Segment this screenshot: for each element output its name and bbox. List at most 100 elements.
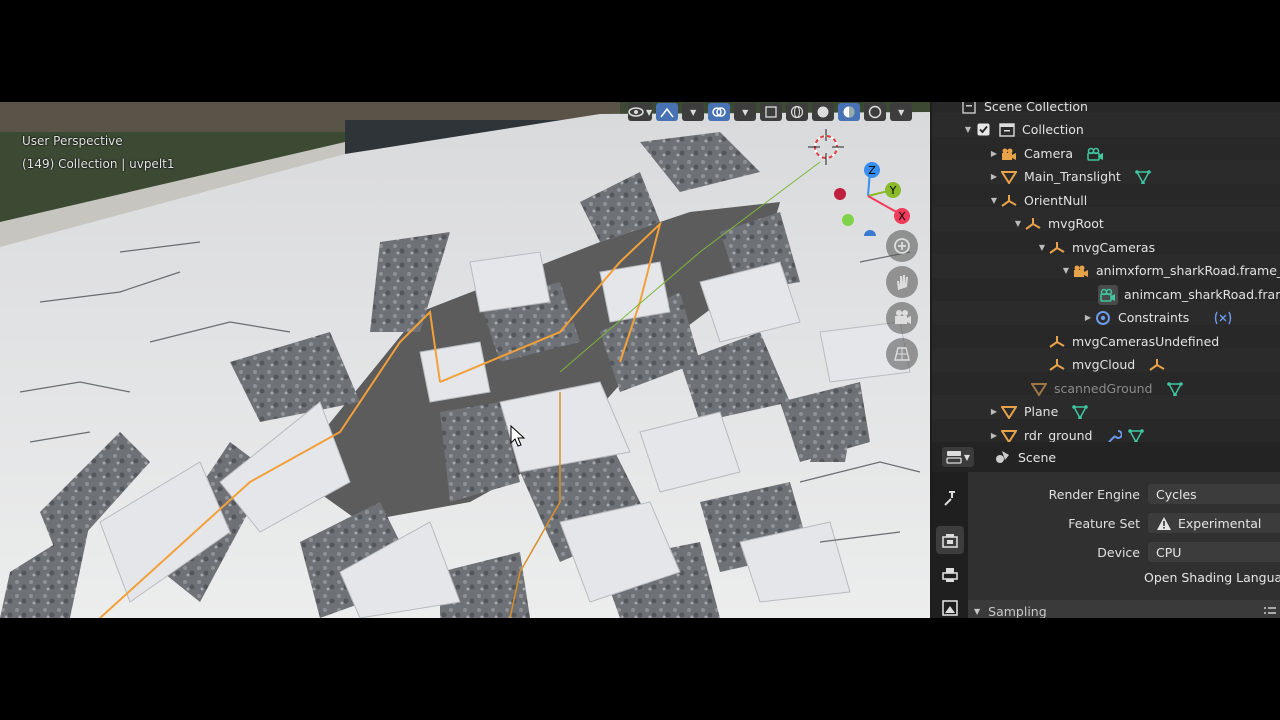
- camera-data-icon: [1098, 284, 1118, 305]
- navigation-gizmo[interactable]: Z Y X: [800, 126, 925, 236]
- shading-dropdown[interactable]: ▼: [890, 103, 913, 121]
- editor-type-dropdown[interactable]: ▼: [942, 447, 974, 467]
- grid-icon: [894, 347, 910, 361]
- render-engine-row: Render Engine Cycles: [968, 483, 1280, 505]
- gizmo-toggle-button[interactable]: [656, 103, 679, 121]
- expand-arrow-icon[interactable]: ▶: [988, 407, 1000, 416]
- expand-arrow-icon[interactable]: ▼: [1036, 243, 1048, 252]
- expand-arrow-icon[interactable]: ▶: [988, 172, 1000, 181]
- mesh-object-icon: [1000, 403, 1018, 421]
- gizmo-icon: [660, 107, 674, 118]
- expand-arrow-icon[interactable]: ▶: [1082, 313, 1094, 322]
- device-dropdown[interactable]: CPU: [1148, 542, 1280, 562]
- outliner-item-rdr-ground[interactable]: ▶ rdr_ground: [988, 424, 1145, 442]
- shading-wireframe-button[interactable]: [786, 103, 809, 121]
- rendered-sphere-icon: [868, 105, 882, 119]
- expand-arrow-icon[interactable]: ▶: [988, 431, 1000, 440]
- outliner-item-orientnull[interactable]: ▼ OrientNull: [988, 189, 1087, 213]
- outliner-panel[interactable]: Scene Collection ▼ Collection ▶ Camera ▶…: [932, 102, 1280, 442]
- overlays-icon: [712, 107, 726, 117]
- empty-object-icon: [1048, 333, 1066, 351]
- zoom-button[interactable]: [886, 230, 918, 262]
- properties-panel[interactable]: ▼ Scene Render Engine Cycles Feature Set…: [932, 442, 1280, 618]
- outliner-item-camera[interactable]: ▶ Camera: [988, 142, 1105, 166]
- outliner-item-animcam[interactable]: animcam_sharkRoad.frame: [1098, 283, 1280, 307]
- xray-toggle-button[interactable]: [760, 103, 783, 121]
- y-axis-label: Y: [889, 184, 897, 197]
- mesh-object-icon: [1030, 380, 1048, 398]
- mesh-object-icon: [1000, 168, 1018, 186]
- ortho-toggle-button[interactable]: [886, 338, 918, 370]
- expand-arrow-icon[interactable]: ▼: [1012, 219, 1024, 228]
- checkbox-icon[interactable]: [974, 121, 992, 139]
- drag-handle-icon[interactable]: [1264, 604, 1276, 619]
- outliner-item-plane[interactable]: ▶ Plane: [988, 400, 1089, 424]
- view-object-types-button[interactable]: ▼: [628, 103, 653, 121]
- sampling-panel-header[interactable]: ▼ Sampling: [968, 600, 1280, 618]
- render-icon: [942, 534, 958, 548]
- view-layer-icon: [942, 600, 958, 616]
- eye-icon: [628, 107, 644, 117]
- shading-solid-button[interactable]: [812, 103, 835, 121]
- collection-icon: [998, 121, 1016, 139]
- camera-icon: [895, 310, 911, 324]
- tab-render[interactable]: [936, 526, 964, 554]
- properties-header: ▼ Scene: [932, 442, 1280, 472]
- tab-output[interactable]: [936, 560, 964, 588]
- outliner-item-mvgroot[interactable]: ▼ mvgRoot: [1012, 212, 1104, 236]
- feature-set-dropdown[interactable]: Experimental: [1148, 513, 1280, 533]
- chevron-down-icon: ▼: [898, 107, 905, 117]
- shading-rendered-button[interactable]: [864, 103, 887, 121]
- expand-arrow-icon[interactable]: ▼: [1060, 266, 1072, 275]
- chevron-down-icon: ▼: [646, 107, 653, 117]
- shading-material-button[interactable]: [838, 103, 861, 121]
- open-shading-language-checkbox[interactable]: Open Shading Language: [1144, 570, 1280, 585]
- x-axis-label: X: [898, 210, 906, 223]
- driver-icon: [1215, 311, 1232, 325]
- chevron-down-icon: ▼: [963, 452, 971, 462]
- tab-view-layer[interactable]: [936, 594, 964, 618]
- empty-object-icon: [1024, 215, 1042, 233]
- context-breadcrumb: Scene: [994, 449, 1056, 465]
- scene-icon: [996, 451, 1009, 463]
- outliner-item-mvgcamerasundefined[interactable]: mvgCamerasUndefined: [1048, 330, 1219, 354]
- z-axis-label: Z: [868, 164, 876, 177]
- outliner-item-animxform[interactable]: ▼ animxform_sharkRoad.frame_A: [1060, 259, 1280, 283]
- pan-button[interactable]: [886, 266, 918, 298]
- properties-editor-icon: [946, 451, 962, 464]
- mesh-object-icon: [1000, 427, 1018, 442]
- outliner-scene-collection[interactable]: Scene Collection: [960, 102, 1088, 119]
- outliner-item-main-translight[interactable]: ▶ Main_Translight: [988, 165, 1151, 189]
- output-icon: [942, 568, 958, 582]
- outliner-item-constraints[interactable]: ▶ Constraints: [1082, 306, 1233, 330]
- overlays-toggle-button[interactable]: [708, 103, 731, 121]
- outliner-item-mvgcloud[interactable]: mvgCloud: [1048, 353, 1165, 377]
- outliner-item-scannedground[interactable]: scannedGround: [1030, 377, 1183, 401]
- expand-arrow-icon[interactable]: ▼: [988, 196, 1000, 205]
- expand-arrow-icon[interactable]: ▼: [962, 125, 974, 134]
- neg-y-axis-handle[interactable]: [842, 214, 854, 226]
- tab-tool[interactable]: [936, 484, 964, 512]
- camera-view-button[interactable]: [886, 302, 918, 334]
- properties-tabs: [932, 472, 968, 618]
- outliner-item-collection[interactable]: ▼ Collection: [962, 118, 1084, 142]
- gizmo-dropdown[interactable]: ▼: [682, 103, 705, 121]
- tool-icon: [944, 491, 955, 506]
- viewport-scene: [0, 102, 930, 618]
- frame-info-label: (149) Collection | uvpelt1: [22, 157, 175, 171]
- outliner-item-mvgcameras[interactable]: ▼ mvgCameras: [1036, 236, 1155, 260]
- chevron-down-icon: ▼: [742, 107, 749, 117]
- view-name-label: User Perspective: [22, 134, 123, 148]
- mesh-data-icon: [1072, 404, 1089, 419]
- render-engine-dropdown[interactable]: Cycles: [1148, 484, 1280, 504]
- empty-object-icon: [1048, 356, 1066, 374]
- neg-x-axis-handle[interactable]: [834, 188, 846, 200]
- neg-z-axis-handle[interactable]: [864, 230, 876, 236]
- empty-data-icon: [1149, 358, 1165, 371]
- 3d-viewport[interactable]: User Perspective (149) Collection | uvpe…: [0, 102, 930, 618]
- overlays-dropdown[interactable]: ▼: [734, 103, 757, 121]
- camera-data-icon: [1087, 147, 1104, 161]
- expand-arrow-icon[interactable]: ▶: [988, 149, 1000, 158]
- warning-icon: [1157, 516, 1171, 530]
- wireframe-sphere-icon: [791, 105, 804, 119]
